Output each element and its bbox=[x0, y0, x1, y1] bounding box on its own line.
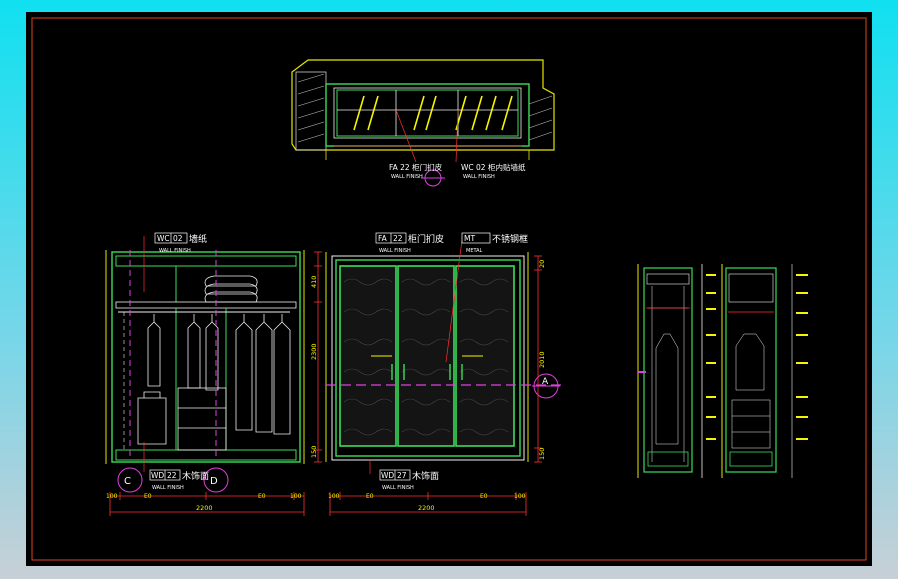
plan-fa-label: FA 22 柜门扪皮 bbox=[389, 162, 443, 172]
cad-drawing: FA 22 柜门扪皮 WC 02 柜内贴墙纸 WALL FINISH WALL … bbox=[31, 17, 867, 561]
left-dim-b1: 100 bbox=[106, 493, 118, 500]
plan-wc-sub: WALL FINISH bbox=[463, 174, 495, 180]
left-dim-mid: 2300 bbox=[310, 343, 318, 360]
center-dim-top: 20 bbox=[538, 260, 546, 268]
left-marker-d: D bbox=[210, 476, 218, 487]
center-num1: 22 bbox=[393, 234, 403, 243]
center-dim-b1: 100 bbox=[328, 493, 340, 500]
center-bottom-tag: WD bbox=[381, 471, 394, 480]
drawing-sheet: FA 22 柜门扪皮 WC 02 柜内贴墙纸 WALL FINISH WALL … bbox=[26, 12, 872, 566]
center-dim-b3: E0 bbox=[480, 493, 488, 500]
center-section-marker: A bbox=[542, 377, 549, 387]
left-top-num: 02 bbox=[173, 234, 183, 243]
center-bottom-text: 木饰面 bbox=[412, 470, 439, 482]
center-text1: 柜门扪皮 bbox=[408, 233, 444, 245]
plan-view: FA 22 柜门扪皮 WC 02 柜内贴墙纸 WALL FINISH WALL … bbox=[291, 59, 555, 187]
left-elevation: WC 02 墙纸 WALL FINISH C D WD 22 木饰面 WALL … bbox=[105, 232, 322, 516]
center-elevation: FA 22 柜门扪皮 WALL FINISH MT 不锈钢框 METAL WD … bbox=[325, 232, 562, 516]
center-dim-b2: E0 bbox=[366, 493, 374, 500]
right-sections bbox=[637, 264, 808, 478]
left-dim-bottom: 150 bbox=[310, 446, 318, 458]
center-dim-bottom: 150 bbox=[538, 448, 546, 460]
left-top-tag: WC bbox=[157, 234, 170, 243]
plan-fa-sub: WALL FINISH bbox=[391, 174, 423, 180]
left-dim-b3: E0 bbox=[258, 493, 266, 500]
plan-wc-label: WC 02 柜内贴墙纸 bbox=[461, 162, 526, 172]
center-tag1: FA bbox=[378, 234, 388, 243]
left-top-text: 墙纸 bbox=[189, 233, 207, 245]
center-bottom-num: 27 bbox=[397, 471, 407, 480]
left-bottom-num: 22 bbox=[167, 471, 177, 480]
left-bottom-sub: WALL FINISH bbox=[152, 485, 184, 491]
center-sub2: METAL bbox=[466, 248, 483, 254]
left-total-width: 2200 bbox=[196, 504, 213, 512]
center-sub1: WALL FINISH bbox=[379, 248, 411, 254]
center-dim-b4: 100 bbox=[514, 493, 526, 500]
center-dim-mid: 2010 bbox=[538, 351, 546, 368]
left-dim-b4: 100 bbox=[290, 493, 302, 500]
center-text2: 不锈钢框 bbox=[492, 233, 528, 245]
left-dim-b2: E0 bbox=[144, 493, 152, 500]
center-total-width: 2200 bbox=[418, 504, 435, 512]
left-bottom-tag: WD bbox=[151, 471, 164, 480]
left-top-sub: WALL FINISH bbox=[159, 248, 191, 254]
left-marker-c: C bbox=[124, 476, 131, 487]
left-bottom-text: 木饰面 bbox=[182, 470, 209, 482]
center-tag2: MT bbox=[464, 234, 475, 243]
left-dim-top: 410 bbox=[310, 276, 318, 288]
center-bottom-sub: WALL FINISH bbox=[382, 485, 414, 491]
